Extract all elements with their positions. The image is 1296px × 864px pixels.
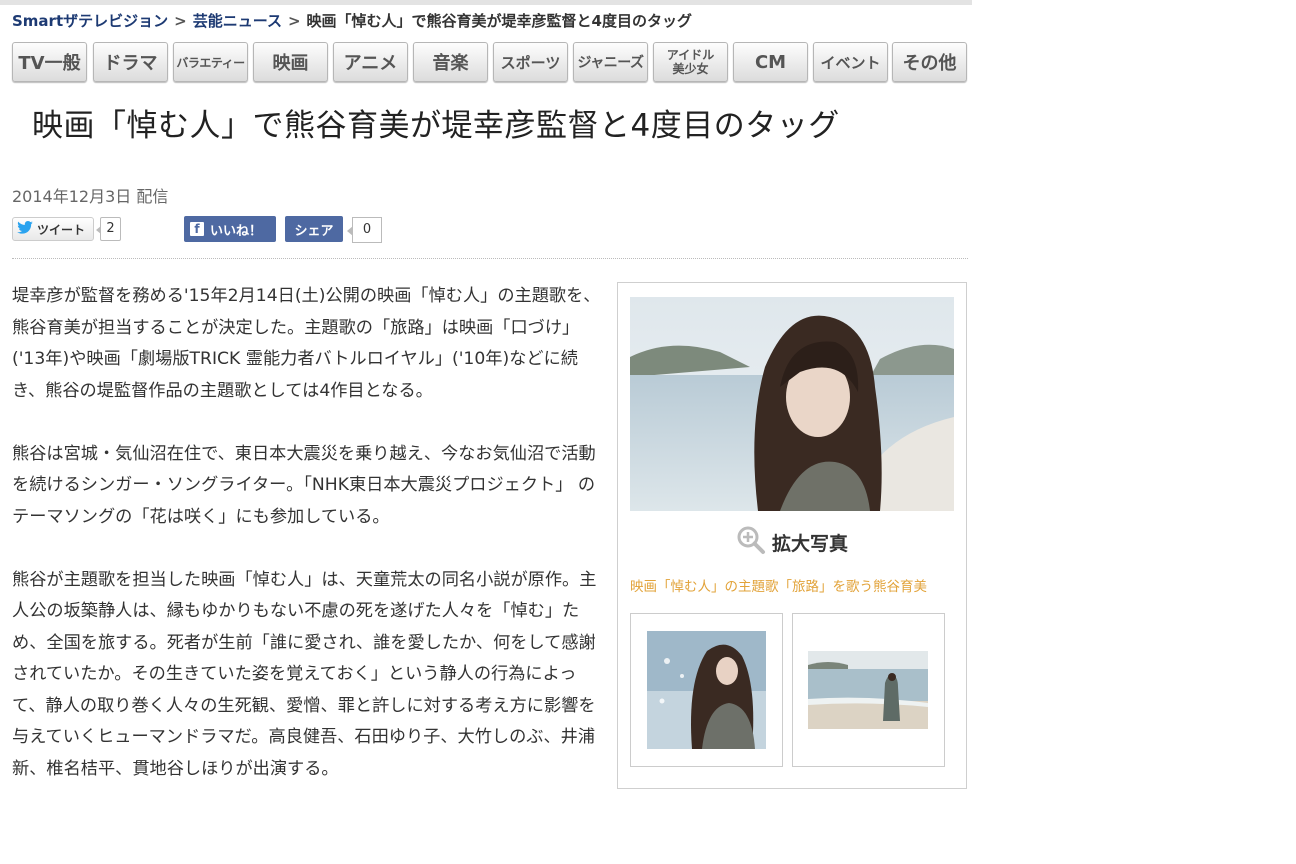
nav-music[interactable]: 音楽 [413, 42, 488, 82]
thumbnail-photo-1[interactable] [630, 613, 783, 767]
nav-label: ドラマ [103, 53, 158, 74]
nav-label: スポーツ [500, 53, 561, 72]
nav-label-line1: アイドル [666, 48, 715, 62]
share-label: シェア [294, 223, 334, 239]
nav-label: TV一般 [18, 53, 81, 74]
nav-cm[interactable]: CM [733, 42, 808, 82]
nav-label: バラエティー [176, 55, 245, 70]
top-bar-line [0, 0, 972, 5]
facebook-icon: f [190, 222, 204, 236]
facebook-share-button[interactable]: シェア [285, 216, 343, 242]
nav-johnnys[interactable]: ジャニーズ [573, 42, 648, 82]
nav-tv-general[interactable]: TV一般 [12, 42, 87, 82]
nav-movie[interactable]: 映画 [253, 42, 328, 82]
breadcrumb-separator: > [287, 12, 301, 30]
nav-idol[interactable]: アイドル 美少女 [653, 42, 728, 82]
zoom-link[interactable]: 拡大写真 [618, 525, 966, 560]
nav-label: ジャニーズ [577, 55, 644, 71]
tweet-label: ツイート [37, 222, 86, 237]
nav-label: 音楽 [432, 53, 469, 74]
publish-date: 2014年12月3日 配信 [12, 187, 169, 206]
breadcrumb-category-link[interactable]: 芸能ニュース [193, 12, 282, 30]
nav-event[interactable]: イベント [813, 42, 888, 82]
divider [12, 258, 968, 259]
breadcrumb: Smartザテレビジョン > 芸能ニュース > 映画「悼む人」で熊谷育美が堤幸彦監督と4… [12, 10, 692, 31]
nav-label: CM [754, 51, 787, 73]
like-label: いいね！ [210, 223, 263, 239]
facebook-like-button[interactable]: f いいね！ [184, 216, 276, 242]
nav-variety[interactable]: バラエティー [173, 42, 248, 82]
breadcrumb-separator: > [174, 12, 187, 30]
zoom-label: 拡大写真 [771, 533, 848, 555]
main-photo[interactable] [630, 297, 954, 511]
article-paragraph: 熊谷が主題歌を担当した映画「悼む人」は、天童荒太の同名小説が原作。主人公の坂築静… [12, 569, 597, 779]
nav-anime[interactable]: アニメ [333, 42, 408, 82]
tweet-count: 2 [96, 217, 121, 241]
tweet-button[interactable]: ツイート [12, 217, 94, 241]
zoom-in-icon [736, 525, 766, 560]
article-paragraph: 熊谷は宮城・気仙沼在住で、東日本大震災を乗り越え、今なお気仙沼で活動を続けるシン… [12, 443, 596, 527]
photo-caption: 映画「悼む人」の主題歌「旅路」を歌う熊谷育美 [630, 579, 927, 595]
nav-other[interactable]: その他 [892, 42, 967, 82]
breadcrumb-current: 映画「悼む人」で熊谷育美が堤幸彦監督と4度目のタッグ [306, 12, 692, 30]
nav-label: アニメ [343, 53, 398, 74]
thumbnail-photo-2[interactable] [792, 613, 945, 767]
breadcrumb-home-link[interactable]: Smartザテレビジョン [12, 12, 168, 30]
nav-label-line2: 美少女 [672, 62, 709, 76]
article-paragraph: 堤幸彦が監督を務める'15年2月14日(土)公開の映画「悼む人」の主題歌を、熊谷… [12, 286, 601, 401]
nav-label: その他 [902, 53, 957, 74]
share-count: 0 [347, 217, 382, 243]
photo-sidebar: 拡大写真 映画「悼む人」の主題歌「旅路」を歌う熊谷育美 [617, 282, 967, 789]
category-nav: TV一般 ドラマ バラエティー 映画 アニメ 音楽 スポーツ ジャニーズ アイド… [12, 42, 968, 84]
nav-drama[interactable]: ドラマ [93, 42, 168, 82]
nav-label: 映画 [272, 53, 309, 74]
twitter-bird-icon [17, 221, 33, 237]
article-title: 映画「悼む人」で熊谷育美が堤幸彦監督と4度目のタッグ [32, 108, 840, 144]
article-body: 堤幸彦が監督を務める'15年2月14日(土)公開の映画「悼む人」の主題歌を、熊谷… [12, 281, 602, 817]
social-buttons: ツイート 2 f いいね！ シェア 0 [12, 215, 412, 243]
nav-sports[interactable]: スポーツ [493, 42, 568, 82]
nav-label: イベント [820, 53, 881, 72]
